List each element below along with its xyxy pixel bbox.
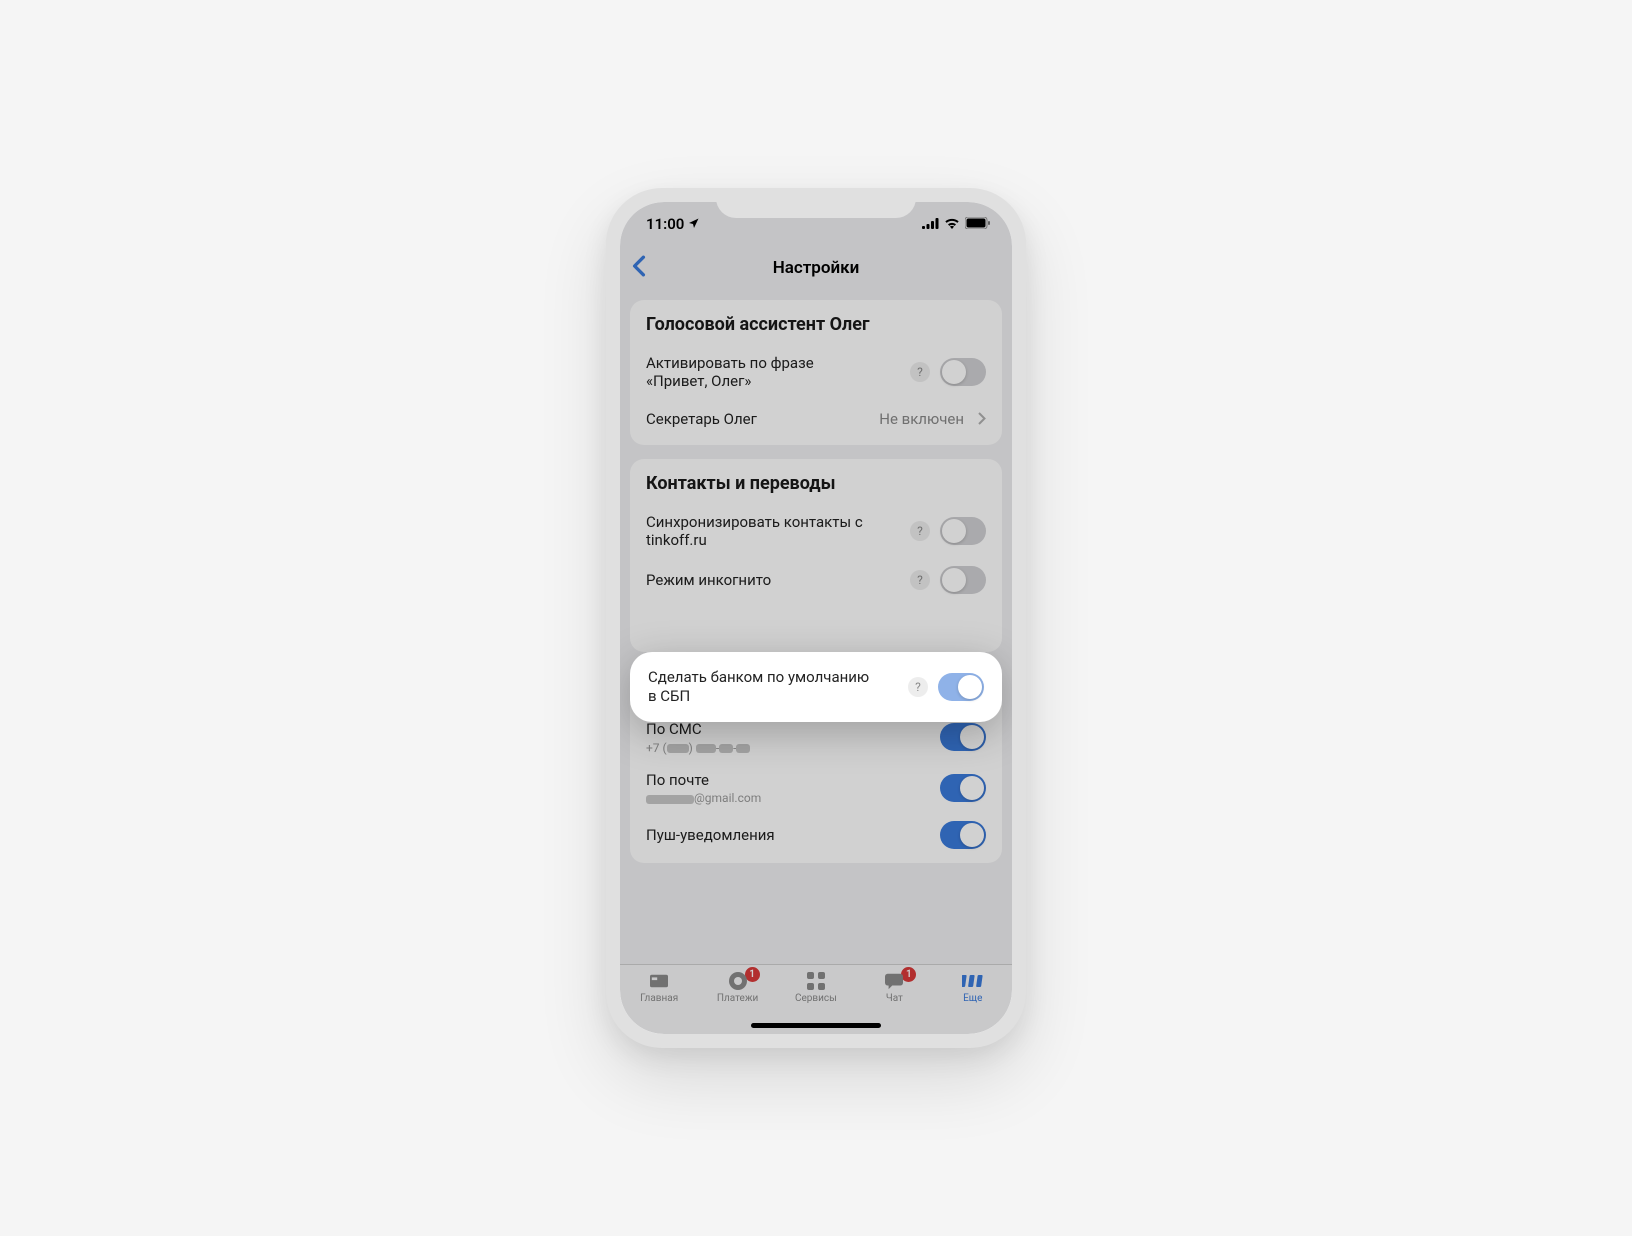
location-icon: [688, 215, 700, 233]
toggle-sms[interactable]: [940, 723, 986, 751]
home-icon: [646, 971, 672, 991]
toggle-email[interactable]: [940, 774, 986, 802]
toggle-activate-phrase[interactable]: [940, 358, 986, 386]
tab-chat[interactable]: 1 Чат: [858, 971, 930, 1004]
tab-home-label: Главная: [640, 993, 678, 1004]
sbp-label: Сделать банком по умолчанию в СБП: [648, 668, 878, 706]
section-voice-assistant: Голосовой ассистент Олег Активировать по…: [630, 300, 1002, 445]
notch: [716, 188, 916, 218]
highlight-sbp-default: Сделать банком по умолчанию в СБП ?: [630, 652, 1002, 722]
chevron-right-icon: [978, 410, 986, 429]
more-icon: [960, 971, 986, 991]
row-secretary[interactable]: Секретарь Олег Не включен: [646, 399, 986, 439]
toggle-push[interactable]: [940, 821, 986, 849]
section-title-voice: Голосовой ассистент Олег: [646, 314, 986, 336]
secretary-value: Не включен: [879, 410, 964, 428]
row-email: По почте @gmail.com: [646, 763, 986, 814]
payments-icon: [725, 971, 751, 991]
help-icon[interactable]: ?: [910, 521, 930, 541]
tab-services[interactable]: Сервисы: [780, 971, 852, 1004]
battery-icon: [965, 215, 990, 233]
push-label: Пуш-уведомления: [646, 826, 775, 845]
sync-contacts-label: Синхронизировать контакты с tinkoff.ru: [646, 513, 876, 551]
secretary-label: Секретарь Олег: [646, 410, 757, 429]
incognito-label: Режим инкогнито: [646, 571, 771, 590]
content-scroll[interactable]: Голосовой ассистент Олег Активировать по…: [620, 290, 1012, 964]
section-contacts: Контакты и переводы Синхронизировать кон…: [630, 459, 1002, 652]
sms-label: По СМС: [646, 720, 750, 739]
back-button[interactable]: [632, 255, 646, 282]
row-incognito: Режим инкогнито ?: [646, 558, 986, 602]
wifi-icon: [944, 215, 960, 233]
row-push: Пуш-уведомления: [646, 813, 986, 857]
activate-phrase-label: Активировать по фразе «Привет, Олег»: [646, 354, 876, 392]
home-indicator[interactable]: [751, 1023, 881, 1028]
phone-frame: 11:00 Настройки: [606, 188, 1026, 1048]
help-icon[interactable]: ?: [910, 362, 930, 382]
tab-more-label: Еще: [963, 993, 982, 1004]
services-icon: [803, 971, 829, 991]
email-sub: @gmail.com: [646, 791, 761, 805]
help-icon[interactable]: ?: [910, 570, 930, 590]
tab-chat-label: Чат: [886, 993, 903, 1004]
nav-header: Настройки: [620, 246, 1012, 290]
page-title: Настройки: [773, 258, 860, 278]
tab-services-label: Сервисы: [795, 993, 837, 1004]
status-time: 11:00: [646, 215, 684, 233]
chat-icon: [881, 971, 907, 991]
cellular-icon: [922, 215, 939, 233]
toggle-sync-contacts[interactable]: [940, 517, 986, 545]
row-sync-contacts: Синхронизировать контакты с tinkoff.ru ?: [646, 505, 986, 559]
tab-payments[interactable]: 1 Платежи: [702, 971, 774, 1004]
tab-home[interactable]: Главная: [623, 971, 695, 1004]
email-label: По почте: [646, 771, 761, 790]
help-icon[interactable]: ?: [908, 677, 928, 697]
toggle-incognito[interactable]: [940, 566, 986, 594]
tab-more[interactable]: Еще: [937, 971, 1009, 1004]
tab-payments-label: Платежи: [717, 993, 758, 1004]
toggle-sbp-default[interactable]: [938, 673, 984, 701]
phone-screen: 11:00 Настройки: [620, 202, 1012, 1034]
section-title-contacts: Контакты и переводы: [646, 473, 986, 495]
sms-sub: +7 () --: [646, 741, 750, 755]
row-activate-phrase: Активировать по фразе «Привет, Олег» ?: [646, 346, 986, 400]
